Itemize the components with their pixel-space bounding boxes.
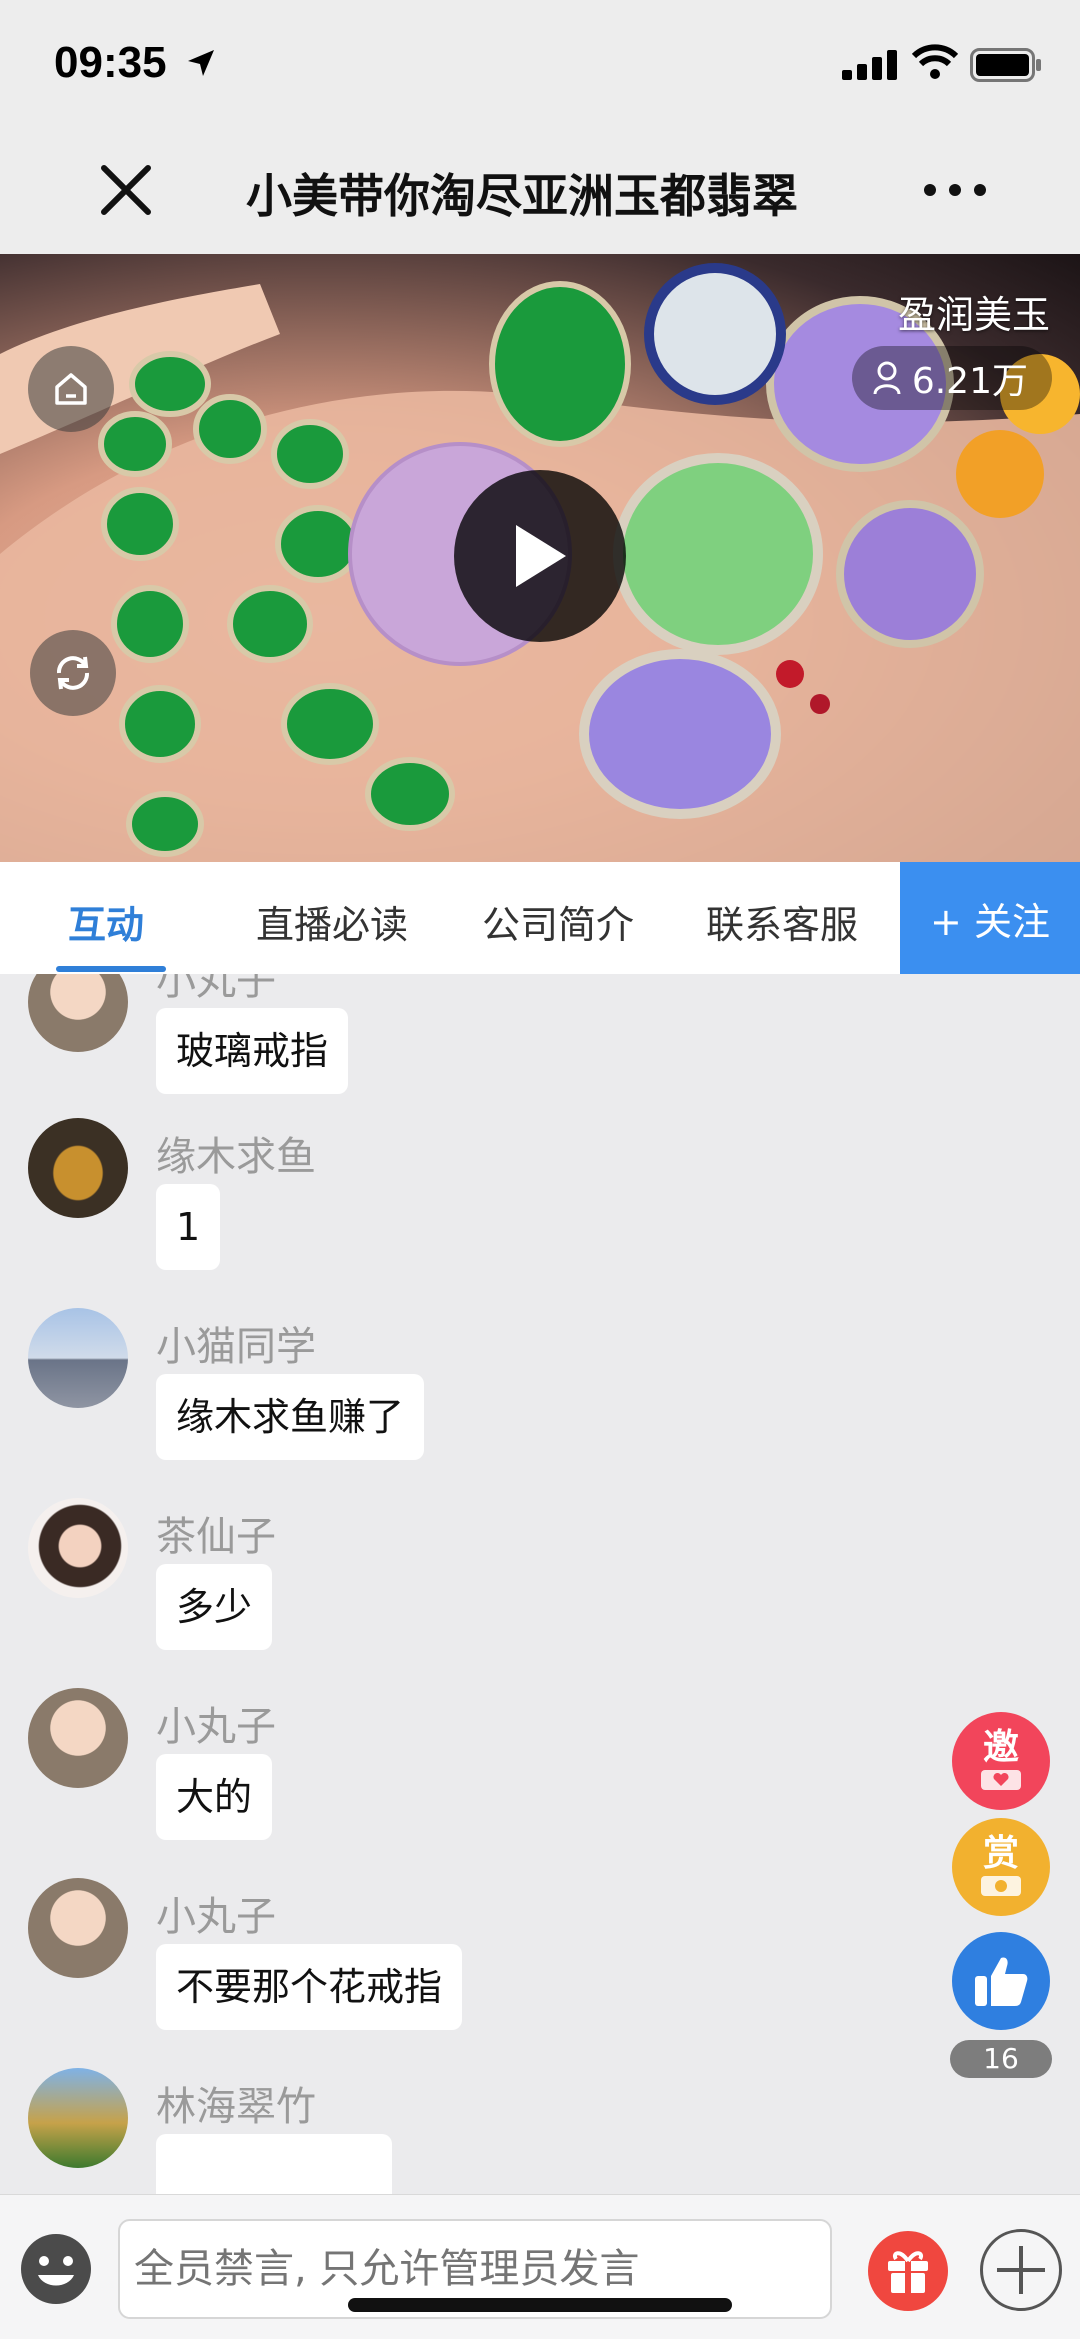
reward-button[interactable]: 赏: [952, 1818, 1050, 1916]
sender-name: 茶仙子: [156, 1514, 276, 1560]
home-button[interactable]: [28, 346, 114, 432]
like-button[interactable]: [952, 1932, 1050, 2030]
coin-card-icon: [981, 1876, 1021, 1896]
chat-message: 林海翠竹: [0, 2054, 1080, 2194]
wifi-icon: [912, 44, 958, 79]
sender-name: 林海翠竹: [156, 2084, 316, 2130]
status-bar: 09:35: [0, 0, 1080, 130]
avatar[interactable]: [28, 1118, 128, 1218]
thumbs-up-icon: [975, 1957, 1028, 2006]
anchor-name[interactable]: 盈润美玉: [898, 284, 1050, 339]
message-bubble: 玻璃戒指: [156, 1008, 349, 1094]
more-actions-button[interactable]: [980, 2229, 1062, 2311]
avatar[interactable]: [28, 2068, 128, 2168]
page-title: 小美带你淘尽亚洲玉都翡翠: [246, 169, 798, 223]
nav-bar: 小美带你淘尽亚洲玉都翡翠: [0, 130, 1080, 254]
refresh-icon: [57, 656, 89, 690]
avatar[interactable]: [28, 1308, 128, 1408]
message-bubble: 大的: [156, 1754, 273, 1840]
tab-live-guide[interactable]: 直播必读: [256, 894, 408, 949]
battery-icon: [970, 48, 1041, 82]
chat-message: 小猫同学 缘木求鱼赚了: [0, 1294, 1080, 1484]
reward-label: 赏: [982, 1833, 1019, 1874]
sender-name: 小丸子: [156, 1704, 276, 1750]
person-icon: [873, 361, 901, 395]
tab-customer-service[interactable]: 联系客服: [706, 894, 858, 949]
message-bubble: [156, 2134, 392, 2194]
status-time: 09:35: [54, 38, 167, 87]
input-bar: [0, 2194, 1080, 2339]
message-bubble: 多少: [156, 1564, 273, 1650]
chat-list[interactable]: 小丸子 玻璃戒指 缘木求鱼 1 小猫同学 缘木求鱼赚了 茶仙子 多少 小丸子 大…: [0, 974, 1080, 2194]
location-arrow-icon: [188, 50, 214, 76]
viewer-count: 6.21万: [911, 361, 1028, 402]
avatar[interactable]: [28, 974, 128, 1052]
avatar[interactable]: [28, 1878, 128, 1978]
sender-name: 小猫同学: [156, 1324, 316, 1370]
chat-message: 小丸子 玻璃戒指: [0, 974, 1080, 1104]
heart-card-icon: [981, 1770, 1021, 1790]
tab-interaction[interactable]: 互动: [68, 894, 144, 949]
invite-button[interactable]: 邀: [952, 1712, 1050, 1810]
message-bubble: 缘木求鱼赚了: [156, 1374, 425, 1460]
tab-company-intro[interactable]: 公司简介: [482, 894, 634, 949]
like-count: 16: [950, 2040, 1052, 2078]
play-icon: [516, 525, 566, 587]
avatar[interactable]: [28, 1688, 128, 1788]
tab-bar: 互动 直播必读 公司简介 联系客服 + 关注: [0, 862, 1080, 974]
home-icon: [55, 373, 87, 405]
close-icon[interactable]: [96, 160, 156, 220]
gift-button[interactable]: [868, 2231, 948, 2311]
follow-button[interactable]: + 关注: [900, 862, 1080, 974]
chat-message: 茶仙子 多少: [0, 1484, 1080, 1674]
message-bubble: 不要那个花戒指: [156, 1944, 463, 2030]
more-icon[interactable]: [920, 170, 990, 210]
avatar[interactable]: [28, 1498, 128, 1598]
cellular-signal-icon: [842, 50, 897, 80]
sender-name: 小丸子: [156, 1894, 276, 1940]
message-bubble: 1: [156, 1184, 221, 1270]
home-indicator: [348, 2298, 732, 2312]
chat-message: 小丸子 大的: [0, 1674, 1080, 1864]
live-video-player[interactable]: 盈润美玉 6.21万: [0, 254, 1080, 862]
chat-message: 小丸子 不要那个花戒指: [0, 1864, 1080, 2054]
sender-name: 小丸子: [156, 974, 276, 1004]
plus-icon: [997, 2246, 1045, 2294]
play-button[interactable]: [454, 470, 626, 642]
chat-message: 缘木求鱼 1: [0, 1104, 1080, 1294]
active-tab-indicator: [56, 966, 166, 972]
sender-name: 缘木求鱼: [156, 1134, 316, 1180]
invite-label: 邀: [982, 1727, 1019, 1768]
emoji-icon[interactable]: [18, 2231, 94, 2307]
viewer-count-badge: 6.21万: [851, 346, 1052, 410]
gift-icon: [888, 2251, 928, 2293]
rotate-button[interactable]: [30, 630, 116, 716]
